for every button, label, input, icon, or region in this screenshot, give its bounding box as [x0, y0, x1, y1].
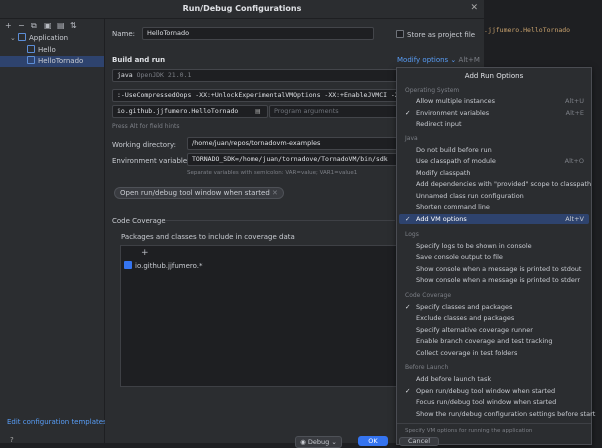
option-branch-coverage[interactable]: Enable branch coverage and test tracking: [399, 336, 589, 346]
alt-hint: Press Alt for field hints: [112, 123, 180, 130]
config-sidebar: + − ⧉ ▣ ▤ ⇅ ⌄ Application Hello HelloTor…: [0, 19, 113, 444]
coverage-entry[interactable]: io.github.jjfumero.*: [124, 261, 203, 270]
chevron-down-icon: ⌄: [448, 56, 459, 64]
debug-button[interactable]: ◉ Debug ⌄: [295, 436, 342, 448]
option-open-tool-window[interactable]: ✓ Open run/debug tool window when started: [399, 386, 589, 396]
section-operating-system: Operating System: [405, 87, 460, 94]
divider: [397, 423, 591, 424]
run-config-icon: [27, 56, 35, 64]
tree-item-label: Hello: [38, 46, 56, 54]
ok-button[interactable]: OK: [358, 436, 388, 446]
option-redirect-input[interactable]: Redirect input: [399, 119, 589, 129]
option-specify-classes-packages[interactable]: ✓ Specify classes and packages: [399, 302, 589, 312]
popup-title: Add Run Options: [464, 72, 524, 80]
tree-item-hello[interactable]: Hello: [0, 45, 104, 56]
name-field[interactable]: HelloTornado: [142, 27, 374, 40]
browse-icon[interactable]: ▤: [255, 108, 261, 115]
checkbox-checked-icon[interactable]: [124, 261, 132, 269]
option-add-before-launch-task[interactable]: Add before launch task: [399, 374, 589, 384]
close-icon[interactable]: ✕: [470, 3, 478, 13]
option-show-console-stdout[interactable]: Show console when a message is printed t…: [399, 264, 589, 274]
option-alternative-coverage-runner[interactable]: Specify alternative coverage runner: [399, 325, 589, 335]
coverage-heading: Code Coverage: [112, 217, 166, 225]
option-exclude-classes-packages[interactable]: Exclude classes and packages: [399, 313, 589, 323]
option-shorten-command-line[interactable]: Shorten command line: [399, 202, 589, 212]
checkmark-icon: ✓: [405, 215, 411, 223]
section-logs: Logs: [405, 231, 419, 238]
option-environment-variables[interactable]: ✓ Environment variables Alt+E: [399, 108, 589, 118]
program-args-field[interactable]: Program arguments: [269, 105, 400, 118]
add-icon[interactable]: +: [5, 21, 12, 30]
checkbox-icon[interactable]: [396, 30, 404, 38]
remove-icon[interactable]: −: [18, 21, 25, 30]
tree-item-application[interactable]: ⌄ Application: [0, 33, 104, 44]
sort-icon[interactable]: ⇅: [70, 21, 77, 30]
application-icon: [18, 33, 26, 41]
option-show-settings-before-start[interactable]: Show the run/debug configuration setting…: [399, 409, 595, 419]
option-unnamed-class-config[interactable]: Unnamed class run configuration: [399, 191, 589, 201]
run-config-icon: [27, 45, 35, 53]
cancel-button[interactable]: Cancel: [399, 437, 439, 446]
add-run-options-popup: Add Run Options Operating System Allow m…: [396, 67, 595, 446]
working-dir-field[interactable]: /home/juan/repos/tornadovm-examples: [187, 137, 401, 150]
jdk-select[interactable]: java OpenJDK 21.0.1: [112, 69, 401, 82]
working-dir-label: Working directory:: [112, 141, 176, 149]
copy-icon[interactable]: ⧉: [31, 21, 37, 31]
option-use-classpath-module[interactable]: Use classpath of module Alt+O: [399, 156, 589, 166]
option-focus-tool-window[interactable]: Focus run/debug tool window when started: [399, 397, 589, 407]
tree-item-label: HelloTornado: [38, 57, 84, 65]
option-add-provided-dependencies[interactable]: Add dependencies with "provided" scope t…: [399, 179, 591, 189]
dialog-titlebar: Run/Debug Configurations ✕: [0, 0, 484, 19]
build-run-heading: Build and run: [112, 56, 166, 64]
option-do-not-build[interactable]: Do not build before run: [399, 145, 589, 155]
option-show-console-stderr[interactable]: Show console when a message is printed t…: [399, 275, 589, 285]
name-label: Name:: [112, 30, 136, 38]
editor-code-line: .jjfumero.HelloTornado: [484, 26, 571, 34]
chevron-down-icon[interactable]: ⌄: [10, 33, 16, 44]
folder-icon[interactable]: ▤: [57, 21, 65, 30]
option-specify-logs[interactable]: Specify logs to be shown in console: [399, 241, 589, 251]
vm-options-field[interactable]: :-UseCompressedOops -XX:+UnlockExperimen…: [112, 89, 401, 102]
save-icon[interactable]: ▣: [44, 21, 52, 30]
env-vars-field[interactable]: TORNADO_SDK=/home/juan/tornadove/Tornado…: [187, 153, 401, 166]
bug-icon: ◉: [300, 438, 308, 446]
section-java: Java: [405, 135, 418, 142]
dialog-title: Run/Debug Configurations: [182, 4, 302, 13]
section-before-launch: Before Launch: [405, 364, 449, 371]
checkmark-icon: ✓: [405, 387, 411, 395]
divider: [165, 220, 395, 221]
option-coverage-test-folders[interactable]: Collect coverage in test folders: [399, 348, 589, 358]
option-save-console-output[interactable]: Save console output to file: [399, 252, 589, 262]
main-class-field[interactable]: io.github.jjfumero.HelloTornado: [112, 105, 268, 118]
coverage-list: + io.github.jjfumero.*: [120, 245, 397, 387]
store-project-label: Store as project file: [407, 31, 476, 39]
coverage-packages-label: Packages and classes to include in cover…: [121, 233, 295, 241]
popup-footer-hint: Specify VM options for running the appli…: [405, 428, 533, 434]
tree-item-hellotornado[interactable]: HelloTornado: [0, 56, 104, 67]
env-vars-label: Environment variables:: [112, 157, 194, 165]
modify-options-link[interactable]: Modify options ⌄ Alt+M: [397, 56, 480, 64]
edit-templates-link[interactable]: Edit configuration templates...: [7, 418, 113, 426]
checkmark-icon: ✓: [405, 303, 411, 311]
option-modify-classpath[interactable]: Modify classpath: [399, 168, 589, 178]
option-add-vm-options[interactable]: ✓ Add VM options Alt+V: [399, 214, 589, 224]
option-allow-multiple-instances[interactable]: Allow multiple instances Alt+U: [399, 96, 589, 106]
chevron-down-icon: ⌄: [329, 438, 337, 446]
env-vars-hint: Separate variables with semicolon: VAR=v…: [187, 170, 358, 176]
section-code-coverage: Code Coverage: [405, 292, 452, 299]
tree-item-label: Application: [29, 34, 69, 42]
store-project-checkbox[interactable]: Store as project file: [396, 30, 475, 39]
close-icon[interactable]: ✕: [272, 189, 278, 197]
add-icon[interactable]: +: [141, 248, 149, 258]
open-tool-window-tag[interactable]: Open run/debug tool window when started …: [114, 187, 284, 199]
checkmark-icon: ✓: [405, 109, 411, 117]
